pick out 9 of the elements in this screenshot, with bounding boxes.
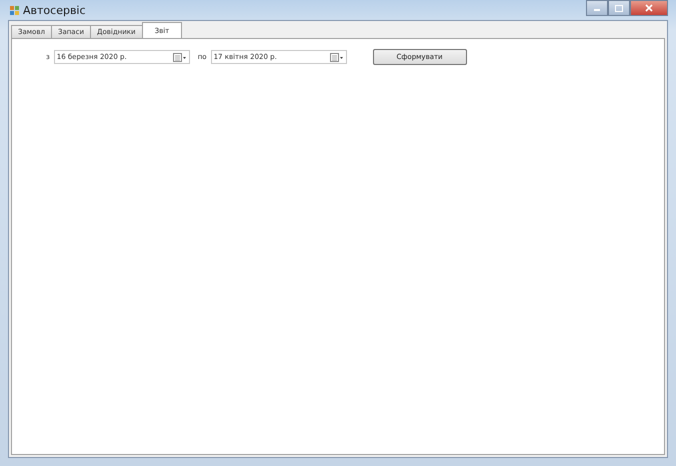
window-title: Автосервіс: [23, 4, 86, 16]
app-icon: [10, 6, 19, 14]
close-button[interactable]: [630, 0, 668, 16]
maximize-icon: [615, 4, 623, 12]
calendar-icon: [330, 52, 344, 62]
maximize-button[interactable]: [608, 0, 630, 16]
minimize-button[interactable]: [586, 0, 608, 16]
calendar-icon: [172, 52, 187, 62]
close-icon: [645, 4, 653, 12]
